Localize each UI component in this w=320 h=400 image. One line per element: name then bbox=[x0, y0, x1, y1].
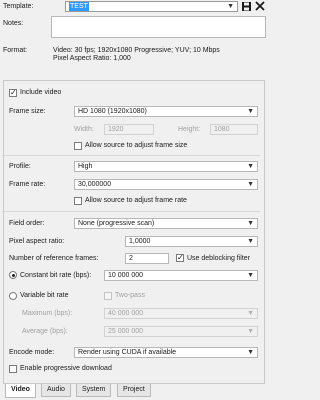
two-pass-checkbox[interactable] bbox=[104, 292, 112, 300]
divider bbox=[2, 211, 260, 212]
average-bit-rate-value: 25 000 000 bbox=[108, 328, 144, 335]
average-bit-rate-dropdown[interactable]: 25 000 000 ▼ bbox=[104, 326, 258, 337]
profile-dropdown[interactable]: High ▼ bbox=[74, 161, 258, 172]
variable-bit-rate-radio[interactable] bbox=[9, 292, 17, 300]
tab-project[interactable]: Project bbox=[117, 384, 151, 397]
two-pass-label: Two-pass bbox=[115, 292, 145, 299]
reference-frames-label: Number of reference frames: bbox=[9, 255, 99, 262]
format-label: Format: bbox=[3, 47, 28, 54]
chevron-down-icon[interactable]: ▼ bbox=[247, 219, 254, 228]
constant-bit-rate-value: 10 000 000 bbox=[108, 272, 144, 279]
tab-video[interactable]: Video bbox=[5, 384, 36, 398]
pixel-aspect-ratio-dropdown[interactable]: 1,0000 ▼ bbox=[125, 236, 258, 247]
frame-size-dropdown[interactable]: HD 1080 (1920x1080) ▼ bbox=[74, 106, 258, 117]
deblocking-label: Use deblocking filter bbox=[187, 255, 251, 262]
maximum-bit-rate-value: 40 000 000 bbox=[108, 310, 144, 317]
chevron-down-icon[interactable]: ▼ bbox=[227, 2, 234, 11]
chevron-down-icon[interactable]: ▼ bbox=[247, 271, 254, 280]
profile-label: Profile: bbox=[9, 163, 31, 170]
chevron-down-icon[interactable]: ▼ bbox=[247, 327, 254, 336]
chevron-down-icon[interactable]: ▼ bbox=[247, 237, 254, 246]
tab-audio[interactable]: Audio bbox=[41, 384, 71, 397]
progressive-download-checkbox[interactable] bbox=[9, 365, 17, 373]
chevron-down-icon[interactable]: ▼ bbox=[247, 162, 254, 171]
divider bbox=[2, 155, 260, 156]
radio-selected-dot bbox=[11, 273, 15, 277]
height-label: Height: bbox=[178, 126, 201, 133]
field-order-dropdown[interactable]: None (progressive scan) ▼ bbox=[74, 218, 258, 229]
maximum-label: Maximum (bps): bbox=[22, 310, 73, 317]
progressive-download-label: Enable progressive download bbox=[20, 365, 112, 372]
allow-frame-size-checkbox[interactable] bbox=[74, 142, 82, 150]
chevron-down-icon[interactable]: ▼ bbox=[247, 180, 254, 189]
frame-size-label: Frame size: bbox=[9, 108, 46, 115]
constant-bit-rate-label: Constant bit rate (bps): bbox=[20, 272, 92, 279]
field-order-value: None (progressive scan) bbox=[78, 220, 155, 227]
encode-mode-label: Encode mode: bbox=[9, 349, 55, 356]
template-dropdown[interactable]: TEST ▼ bbox=[65, 1, 238, 12]
include-video-checkbox[interactable]: ✓ bbox=[9, 88, 17, 97]
constant-bit-rate-dropdown[interactable]: 10 000 000 ▼ bbox=[104, 270, 258, 281]
field-order-label: Field order: bbox=[9, 220, 45, 227]
delete-icon[interactable] bbox=[254, 0, 266, 12]
tab-bar: Video Audio System Project bbox=[0, 384, 268, 400]
check-icon: ✓ bbox=[177, 253, 184, 262]
frame-rate-value: 30,000000 bbox=[78, 181, 112, 188]
encode-mode-dropdown[interactable]: Render using CUDA if available ▼ bbox=[74, 347, 258, 358]
deblocking-checkbox[interactable]: ✓ bbox=[176, 253, 184, 262]
width-label: Width: bbox=[74, 126, 94, 133]
chevron-down-icon[interactable]: ▼ bbox=[247, 348, 254, 357]
template-label: Template: bbox=[3, 3, 34, 10]
pixel-aspect-ratio-value: 1,0000 bbox=[129, 238, 151, 245]
template-value: TEST bbox=[69, 2, 89, 11]
tab-system[interactable]: System bbox=[76, 384, 112, 397]
allow-frame-size-label: Allow source to adjust frame size bbox=[85, 142, 188, 149]
maximum-bit-rate-dropdown[interactable]: 40 000 000 ▼ bbox=[104, 308, 258, 319]
variable-bit-rate-label: Variable bit rate bbox=[20, 292, 69, 299]
frame-rate-dropdown[interactable]: 30,000000 ▼ bbox=[74, 179, 258, 190]
width-field[interactable]: 1920 bbox=[104, 124, 154, 135]
chevron-down-icon[interactable]: ▼ bbox=[247, 107, 254, 116]
frame-size-value: HD 1080 (1920x1080) bbox=[78, 108, 147, 115]
notes-label: Notes: bbox=[3, 20, 24, 27]
frame-rate-label: Frame rate: bbox=[9, 181, 46, 188]
save-icon[interactable] bbox=[241, 1, 252, 12]
height-field[interactable]: 1080 bbox=[210, 124, 258, 135]
reference-frames-field[interactable]: 2 bbox=[125, 253, 169, 264]
chevron-down-icon[interactable]: ▼ bbox=[247, 309, 254, 318]
encode-mode-value: Render using CUDA if available bbox=[78, 349, 177, 356]
profile-value: High bbox=[78, 163, 93, 170]
pixel-aspect-ratio-label: Pixel aspect ratio: bbox=[9, 238, 65, 245]
constant-bit-rate-radio[interactable] bbox=[9, 271, 17, 279]
allow-frame-rate-label: Allow source to adjust frame rate bbox=[85, 197, 187, 204]
allow-frame-rate-checkbox[interactable] bbox=[74, 197, 82, 205]
check-icon: ✓ bbox=[10, 88, 17, 97]
average-label: Average (bps): bbox=[22, 328, 68, 335]
format-line-2: Pixel Aspect Ratio: 1,000 bbox=[53, 55, 131, 62]
notes-field[interactable] bbox=[51, 16, 266, 38]
include-video-label: Include video bbox=[20, 89, 62, 96]
